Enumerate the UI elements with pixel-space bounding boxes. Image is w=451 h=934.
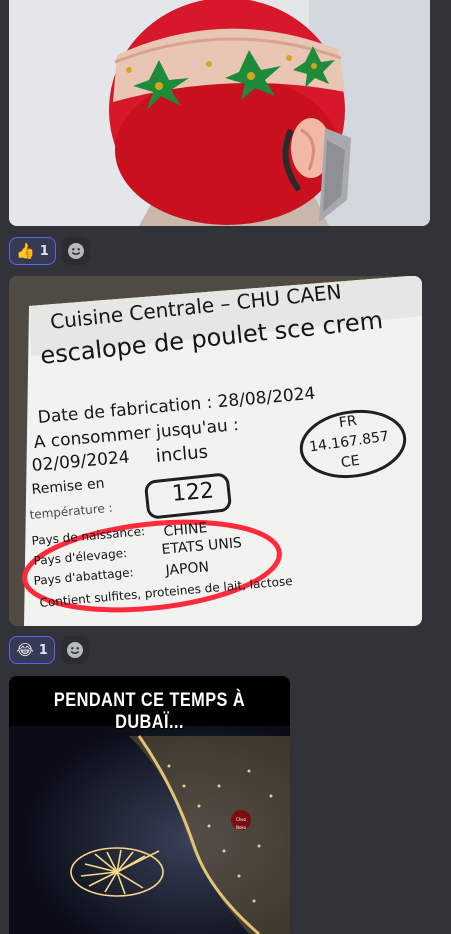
reaction-count: 1 bbox=[38, 642, 48, 658]
stamp-fr: FR bbox=[337, 412, 358, 432]
message-image-label[interactable]: Cuisine Centrale – CHU CAEN escalope de … bbox=[9, 276, 422, 626]
thumbs-up-emoji-icon: 👍 bbox=[16, 242, 35, 260]
reactions-bar: 😂 1 bbox=[9, 635, 89, 665]
stamp-ce: CE bbox=[339, 452, 361, 472]
reaction-thumbs-up[interactable]: 👍 1 bbox=[9, 237, 56, 265]
add-reaction-button[interactable] bbox=[61, 237, 90, 265]
message-image-dubai[interactable]: PENDANT CE TEMPS À DUBAÏ... Chez Noko bbox=[9, 676, 290, 934]
hair-photo bbox=[9, 0, 430, 226]
meme-caption: PENDANT CE TEMPS À DUBAÏ... bbox=[53, 690, 246, 733]
add-reaction-button[interactable] bbox=[61, 636, 89, 664]
reaction-count: 1 bbox=[39, 243, 49, 259]
add-reaction-smiley-icon bbox=[67, 243, 84, 259]
reactions-bar: 👍 1 bbox=[9, 236, 90, 266]
watermark-logo: Chez Noko bbox=[235, 817, 247, 830]
reaction-joy[interactable]: 😂 1 bbox=[9, 636, 55, 664]
message-image-hair[interactable] bbox=[9, 0, 430, 226]
laughing-emoji-icon: 😂 bbox=[16, 641, 34, 659]
add-reaction-smiley-icon bbox=[67, 642, 83, 658]
label-remise-value: 122 bbox=[171, 478, 216, 507]
